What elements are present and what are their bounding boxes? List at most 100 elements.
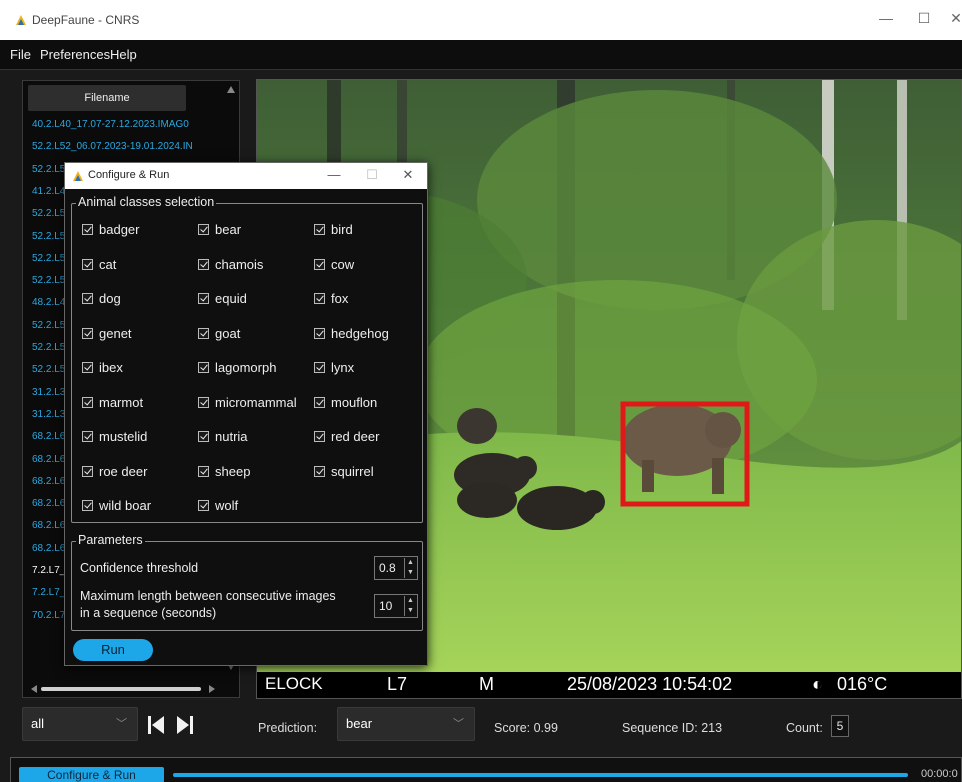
- class-checkbox-red-deer[interactable]: red deer: [314, 429, 379, 444]
- prediction-select-value: bear: [346, 716, 373, 731]
- menu-bar: File Preferences Help: [0, 40, 962, 70]
- spin-up-icon[interactable]: ▲: [405, 596, 416, 606]
- class-checkbox-bear[interactable]: bear: [198, 222, 241, 237]
- class-checkbox-label: genet: [99, 325, 132, 341]
- class-checkbox-mouflon[interactable]: mouflon: [314, 395, 377, 410]
- checkbox-checked-icon: [314, 465, 325, 477]
- class-checkbox-chamois[interactable]: chamois: [198, 257, 263, 272]
- class-checkbox-dog[interactable]: dog: [82, 291, 121, 306]
- class-checkbox-label: goat: [215, 325, 241, 341]
- checkbox-checked-icon: [314, 258, 325, 270]
- spin-up-icon[interactable]: ▲: [405, 558, 416, 568]
- spin-down-icon[interactable]: ▼: [405, 568, 416, 578]
- class-checkbox-wolf[interactable]: wolf: [198, 498, 238, 513]
- file-list-item[interactable]: 52.2.L52_06.07.2023-19.01.2024.IN: [32, 137, 192, 157]
- menu-preferences[interactable]: Preferences: [40, 47, 110, 62]
- checkbox-checked-icon: [82, 396, 93, 408]
- max-length-spinbox[interactable]: 10 ▲ ▼: [374, 594, 418, 618]
- class-checkbox-wild-boar[interactable]: wild boar: [82, 498, 151, 513]
- horizontal-scrollbar[interactable]: [29, 683, 219, 695]
- spin-down-icon[interactable]: ▼: [405, 606, 416, 616]
- class-checkbox-label: cat: [99, 256, 117, 272]
- skip-back-button[interactable]: [146, 714, 166, 736]
- menu-file[interactable]: File: [10, 47, 31, 62]
- checkbox-checked-icon: [198, 327, 209, 339]
- class-checkbox-label: chamois: [215, 256, 264, 272]
- max-length-value: 10: [379, 599, 393, 613]
- class-checkbox-bird[interactable]: bird: [314, 222, 353, 237]
- camera-brand: ELOCK: [265, 674, 323, 693]
- checkbox-checked-icon: [314, 224, 325, 235]
- class-checkbox-label: nutria: [215, 429, 248, 444]
- status-bar: Configure & Run 00:00:0: [10, 757, 962, 782]
- prediction-label: Prediction:: [258, 721, 318, 735]
- class-checkbox-roe-deer[interactable]: roe deer: [82, 464, 147, 479]
- checkbox-checked-icon: [198, 396, 209, 408]
- class-checkbox-squirrel[interactable]: squirrel: [314, 464, 374, 479]
- skip-forward-button[interactable]: [175, 714, 195, 736]
- class-checkbox-goat[interactable]: goat: [198, 326, 240, 341]
- dialog-close-button[interactable]: ✕: [399, 167, 417, 183]
- class-checkbox-badger[interactable]: badger: [82, 222, 139, 237]
- checkbox-checked-icon: [82, 293, 93, 304]
- checkbox-checked-icon: [82, 224, 93, 235]
- run-button[interactable]: Run: [73, 639, 153, 661]
- class-checkbox-label: mustelid: [99, 429, 148, 444]
- count-input[interactable]: 5: [831, 715, 849, 737]
- configure-run-status-button[interactable]: Configure & Run: [19, 767, 164, 782]
- class-checkbox-lynx[interactable]: lynx: [314, 360, 354, 375]
- minimize-button[interactable]: —: [876, 10, 896, 26]
- checkbox-checked-icon: [198, 500, 209, 511]
- class-checkbox-label: cow: [331, 256, 355, 272]
- checkbox-checked-icon: [314, 396, 325, 408]
- checkbox-checked-icon: [314, 362, 325, 373]
- photo-datetime: 25/08/2023 10:54:02: [567, 674, 733, 694]
- class-checkbox-fox[interactable]: fox: [314, 291, 348, 306]
- checkbox-checked-icon: [314, 431, 325, 442]
- max-length-label-line2: in a sequence (seconds): [80, 606, 217, 620]
- deepfaune-logo-icon: [16, 15, 26, 25]
- class-checkbox-ibex[interactable]: ibex: [82, 360, 123, 375]
- maximize-button[interactable]: ☐: [914, 10, 934, 27]
- animal-classes-group: Animal classes selection badger bear bird c…: [71, 195, 423, 523]
- class-checkbox-label: micromammal: [215, 394, 297, 410]
- class-checkbox-nutria[interactable]: nutria: [198, 429, 248, 444]
- checkbox-checked-icon: [198, 224, 209, 235]
- chevron-down-icon: ﹀: [116, 718, 127, 730]
- prediction-select[interactable]: bear ﹀: [337, 707, 475, 741]
- class-checkbox-cat[interactable]: cat: [82, 257, 116, 272]
- class-checkbox-lagomorph[interactable]: lagomorph: [198, 360, 276, 375]
- filename-column-header[interactable]: Filename: [28, 85, 186, 111]
- window-titlebar: DeepFaune - CNRS — ☐ ✕: [0, 0, 962, 40]
- class-checkbox-hedgehog[interactable]: hedgehog: [314, 326, 389, 341]
- class-checkbox-cow[interactable]: cow: [314, 257, 354, 272]
- dialog-minimize-button[interactable]: —: [325, 167, 343, 182]
- class-checkbox-label: badger: [99, 222, 140, 237]
- class-checkbox-sheep[interactable]: sheep: [198, 464, 250, 479]
- confidence-threshold-value: 0.8: [379, 561, 396, 575]
- class-checkbox-label: ibex: [99, 360, 123, 375]
- menu-help[interactable]: Help: [110, 47, 137, 62]
- class-checkbox-equid[interactable]: equid: [198, 291, 247, 306]
- class-checkbox-label: dog: [99, 291, 121, 306]
- close-button[interactable]: ✕: [946, 10, 962, 27]
- dialog-maximize-button[interactable]: ☐: [363, 167, 381, 183]
- filter-select-value: all: [31, 716, 45, 731]
- class-checkbox-label: hedgehog: [331, 325, 389, 341]
- configure-run-dialog: Configure & Run — ☐ ✕ Animal classes sel…: [64, 162, 428, 666]
- camera-id: L7: [387, 674, 408, 694]
- class-checkbox-micromammal[interactable]: micromammal: [198, 395, 297, 410]
- class-checkbox-genet[interactable]: genet: [82, 326, 132, 341]
- file-list-item[interactable]: 40.2.L40_17.07-27.12.2023.IMAG0: [32, 115, 192, 135]
- filter-select[interactable]: all ﹀: [22, 707, 138, 741]
- checkbox-checked-icon: [198, 362, 209, 373]
- class-checkbox-marmot[interactable]: marmot: [82, 395, 143, 410]
- dialog-title: Configure & Run: [88, 169, 170, 181]
- confidence-threshold-spinbox[interactable]: 0.8 ▲ ▼: [374, 556, 418, 580]
- class-checkbox-label: roe deer: [99, 463, 148, 479]
- animal-classes-label: Animal classes selection: [76, 195, 217, 209]
- class-checkbox-mustelid[interactable]: mustelid: [82, 429, 147, 444]
- dialog-titlebar: Configure & Run — ☐ ✕: [65, 163, 427, 189]
- checkbox-checked-icon: [314, 293, 325, 304]
- checkbox-checked-icon: [82, 327, 93, 339]
